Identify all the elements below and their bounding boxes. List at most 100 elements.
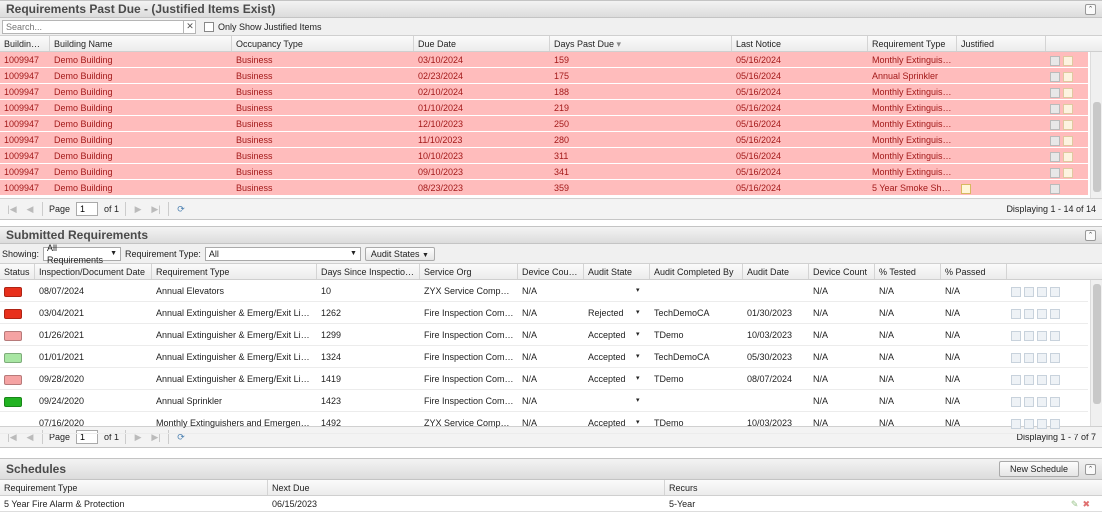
cell-audit-state[interactable]: Rejected <box>584 302 650 323</box>
prev-page-icon[interactable]: ◀ <box>24 204 36 215</box>
table-row[interactable]: 1009947 Demo Building Business 01/10/2024 21… <box>0 100 1088 116</box>
table-row[interactable]: 5 Year Fire Alarm & Protection 06/15/2023… <box>0 496 1102 512</box>
table-row[interactable]: 1009947 Demo Building Business 12/10/2023 25… <box>0 116 1088 132</box>
col-service-org[interactable]: Service Org <box>420 264 518 279</box>
submitted-scroll-thumb[interactable] <box>1093 284 1101 404</box>
requirement-type-select[interactable]: All ▼ <box>204 246 361 261</box>
col-inspection-date[interactable]: Inspection/Document Date <box>35 264 152 279</box>
col-sched-requirement-type[interactable]: Requirement Type <box>0 480 268 495</box>
table-row[interactable]: 01/26/2021 Annual Extinguisher & Emerg/Ex… <box>0 324 1088 346</box>
col-days-since-inspection[interactable]: Days Since Inspection ▾ <box>317 264 420 279</box>
past-due-scroll-thumb[interactable] <box>1093 102 1101 192</box>
cell-audit-state[interactable] <box>584 280 650 301</box>
first-page-icon[interactable]: |◀ <box>6 204 18 215</box>
col-days-past-due[interactable]: Days Past Due ▾ <box>550 36 732 51</box>
comment-icon[interactable] <box>1050 286 1060 297</box>
edit-icon[interactable] <box>1037 308 1047 319</box>
cell-audit-state[interactable]: Accepted <box>584 368 650 389</box>
document-icon[interactable] <box>1011 418 1021 429</box>
edit-icon[interactable] <box>1037 286 1047 297</box>
comment-icon[interactable] <box>1050 308 1060 319</box>
clear-search-icon[interactable]: ✕ <box>183 19 196 34</box>
mail-icon[interactable] <box>1050 119 1060 130</box>
comment-icon[interactable] <box>1050 352 1060 363</box>
past-due-scrollbar[interactable] <box>1090 52 1102 198</box>
table-row[interactable]: 1009947 Demo Building Business 09/10/2023 34… <box>0 164 1088 180</box>
col-audit-state[interactable]: Audit State <box>584 264 650 279</box>
download-icon[interactable] <box>1024 308 1034 319</box>
note-icon[interactable] <box>1063 167 1073 178</box>
edit-icon[interactable] <box>1037 330 1047 341</box>
download-icon[interactable] <box>1024 396 1034 407</box>
note-icon[interactable] <box>1063 55 1073 66</box>
mail-icon[interactable] <box>1050 183 1060 194</box>
table-row[interactable]: 09/24/2020 Annual Sprinkler 1423 Fire Inspe… <box>0 390 1088 412</box>
document-icon[interactable] <box>1011 308 1021 319</box>
col-occupancy-type[interactable]: Occupancy Type <box>232 36 414 51</box>
col-pct-passed[interactable]: % Passed <box>941 264 1007 279</box>
only-justified-checkbox[interactable] <box>204 21 214 32</box>
note-icon[interactable] <box>1063 135 1073 146</box>
comment-icon[interactable] <box>1050 330 1060 341</box>
page-number-input[interactable] <box>76 202 99 216</box>
collapse-schedules-button[interactable]: ⌃ <box>1085 463 1096 475</box>
new-schedule-button[interactable]: New Schedule <box>998 461 1079 477</box>
col-audit-completed-by[interactable]: Audit Completed By <box>650 264 743 279</box>
document-icon[interactable] <box>1011 374 1021 385</box>
col-pct-tested[interactable]: % Tested <box>875 264 941 279</box>
col-sub-requirement-type[interactable]: Requirement Type <box>152 264 317 279</box>
document-icon[interactable] <box>1011 396 1021 407</box>
mail-icon[interactable] <box>1050 55 1060 66</box>
edit-icon[interactable] <box>1037 418 1047 429</box>
note-icon[interactable] <box>1063 151 1073 162</box>
mail-icon[interactable] <box>1050 135 1060 146</box>
table-row[interactable]: 09/28/2020 Annual Extinguisher & Emerg/Ex… <box>0 368 1088 390</box>
comment-icon[interactable] <box>1050 396 1060 407</box>
col-building-id[interactable]: Building ... <box>0 36 50 51</box>
table-row[interactable]: 1009947 Demo Building Business 02/10/2024 18… <box>0 84 1088 100</box>
cell-audit-state[interactable]: Accepted <box>584 324 650 345</box>
document-icon[interactable] <box>1011 352 1021 363</box>
col-recurs[interactable]: Recurs <box>665 480 1102 495</box>
col-next-due[interactable]: Next Due <box>268 480 665 495</box>
document-icon[interactable] <box>1011 286 1021 297</box>
edit-icon[interactable]: ✎ <box>1071 499 1079 509</box>
edit-icon[interactable] <box>1037 352 1047 363</box>
collapse-past-due-button[interactable]: ⌃ <box>1085 3 1096 15</box>
edit-icon[interactable] <box>1037 374 1047 385</box>
download-icon[interactable] <box>1024 352 1034 363</box>
last-page-icon[interactable]: ▶| <box>150 204 162 215</box>
delete-icon[interactable]: ✖ <box>1082 499 1090 509</box>
mail-icon[interactable] <box>1050 167 1060 178</box>
table-row[interactable]: 03/04/2021 Annual Extinguisher & Emerg/Ex… <box>0 302 1088 324</box>
document-icon[interactable] <box>961 183 971 194</box>
search-input[interactable] <box>2 19 196 34</box>
next-page-icon[interactable]: ▶ <box>132 204 144 215</box>
download-icon[interactable] <box>1024 286 1034 297</box>
col-justified[interactable]: Justified <box>957 36 1046 51</box>
table-row[interactable]: 1009947 Demo Building Business 02/23/2024 17… <box>0 68 1088 84</box>
table-row[interactable]: 08/07/2024 Annual Elevators 10 ZYX Service … <box>0 280 1088 302</box>
cell-audit-state[interactable]: Accepted <box>584 412 650 433</box>
note-icon[interactable] <box>1063 87 1073 98</box>
col-building-name[interactable]: Building Name <box>50 36 232 51</box>
collapse-submitted-button[interactable]: ⌃ <box>1085 229 1096 241</box>
download-icon[interactable] <box>1024 330 1034 341</box>
table-row[interactable]: 07/16/2020 Monthly Extinguishers and Emer… <box>0 412 1088 434</box>
download-icon[interactable] <box>1024 374 1034 385</box>
mail-icon[interactable] <box>1050 87 1060 98</box>
edit-icon[interactable] <box>1037 396 1047 407</box>
table-row[interactable]: 1009947 Demo Building Business 10/10/2023 31… <box>0 148 1088 164</box>
col-device-count-1[interactable]: Device Coun... <box>518 264 584 279</box>
document-icon[interactable] <box>1011 330 1021 341</box>
table-row[interactable]: 1009947 Demo Building Business 11/10/2023 28… <box>0 132 1088 148</box>
submitted-scrollbar[interactable] <box>1090 280 1102 426</box>
table-row[interactable]: 1009947 Demo Building Business 08/23/2023 35… <box>0 180 1088 196</box>
comment-icon[interactable] <box>1050 418 1060 429</box>
col-status[interactable]: Status <box>0 264 35 279</box>
mail-icon[interactable] <box>1050 71 1060 82</box>
note-icon[interactable] <box>1063 71 1073 82</box>
note-icon[interactable] <box>1063 103 1073 114</box>
note-icon[interactable] <box>1063 119 1073 130</box>
cell-audit-state[interactable]: Accepted <box>584 346 650 367</box>
